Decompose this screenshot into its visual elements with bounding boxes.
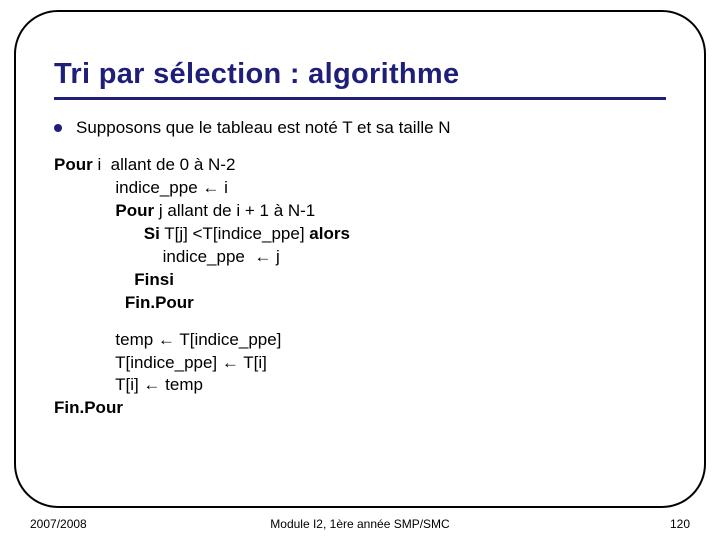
algo-line: indice_ppe ← i [54,177,666,200]
algo-text: T[indice_ppe] ← T[i] [115,353,267,372]
algo-line: temp ← T[indice_ppe] [54,329,666,352]
algo-text: indice_ppe ← i [115,178,227,197]
footer-module: Module I2, 1ère année SMP/SMC [0,517,720,531]
title-underline [54,97,666,100]
algo-text: indice_ppe ← j [163,247,280,266]
algo-line: indice_ppe ← j [54,246,666,269]
keyword-alors: alors [309,224,350,243]
keyword-si: Si [144,224,160,243]
bullet-icon [54,124,62,132]
keyword-pour: Pour [115,201,154,220]
algo-line: T[i] ← temp [54,374,666,397]
algo-line: Pour i allant de 0 à N-2 [54,154,666,177]
algorithm-block: Pour i allant de 0 à N-2 indice_ppe ← i … [54,154,666,420]
algo-text: j allant de i + 1 à N-1 [154,201,315,220]
algo-text: temp ← T[indice_ppe] [115,330,281,349]
algo-text: T[j] <T[indice_ppe] [160,224,309,243]
keyword-finpour: Fin.Pour [54,398,123,417]
algo-line: Fin.Pour [54,292,666,315]
slide-title: Tri par sélection : algorithme [54,58,666,91]
bullet-row: Supposons que le tableau est noté T et s… [54,118,666,138]
keyword-finsi: Finsi [134,270,174,289]
algo-text: T[i] ← temp [115,375,203,394]
algo-line: Finsi [54,269,666,292]
algo-line: Fin.Pour [54,397,666,420]
algo-line: T[indice_ppe] ← T[i] [54,352,666,375]
algo-line: Pour j allant de i + 1 à N-1 [54,200,666,223]
algo-spacer [54,315,666,329]
algo-line: Si T[j] <T[indice_ppe] alors [54,223,666,246]
keyword-finpour: Fin.Pour [125,293,194,312]
bullet-text: Supposons que le tableau est noté T et s… [76,118,451,138]
algo-text: i allant de 0 à N-2 [93,155,236,174]
keyword-pour: Pour [54,155,93,174]
slide-content: Tri par sélection : algorithme Supposons… [54,58,666,420]
page-number: 120 [670,517,690,531]
